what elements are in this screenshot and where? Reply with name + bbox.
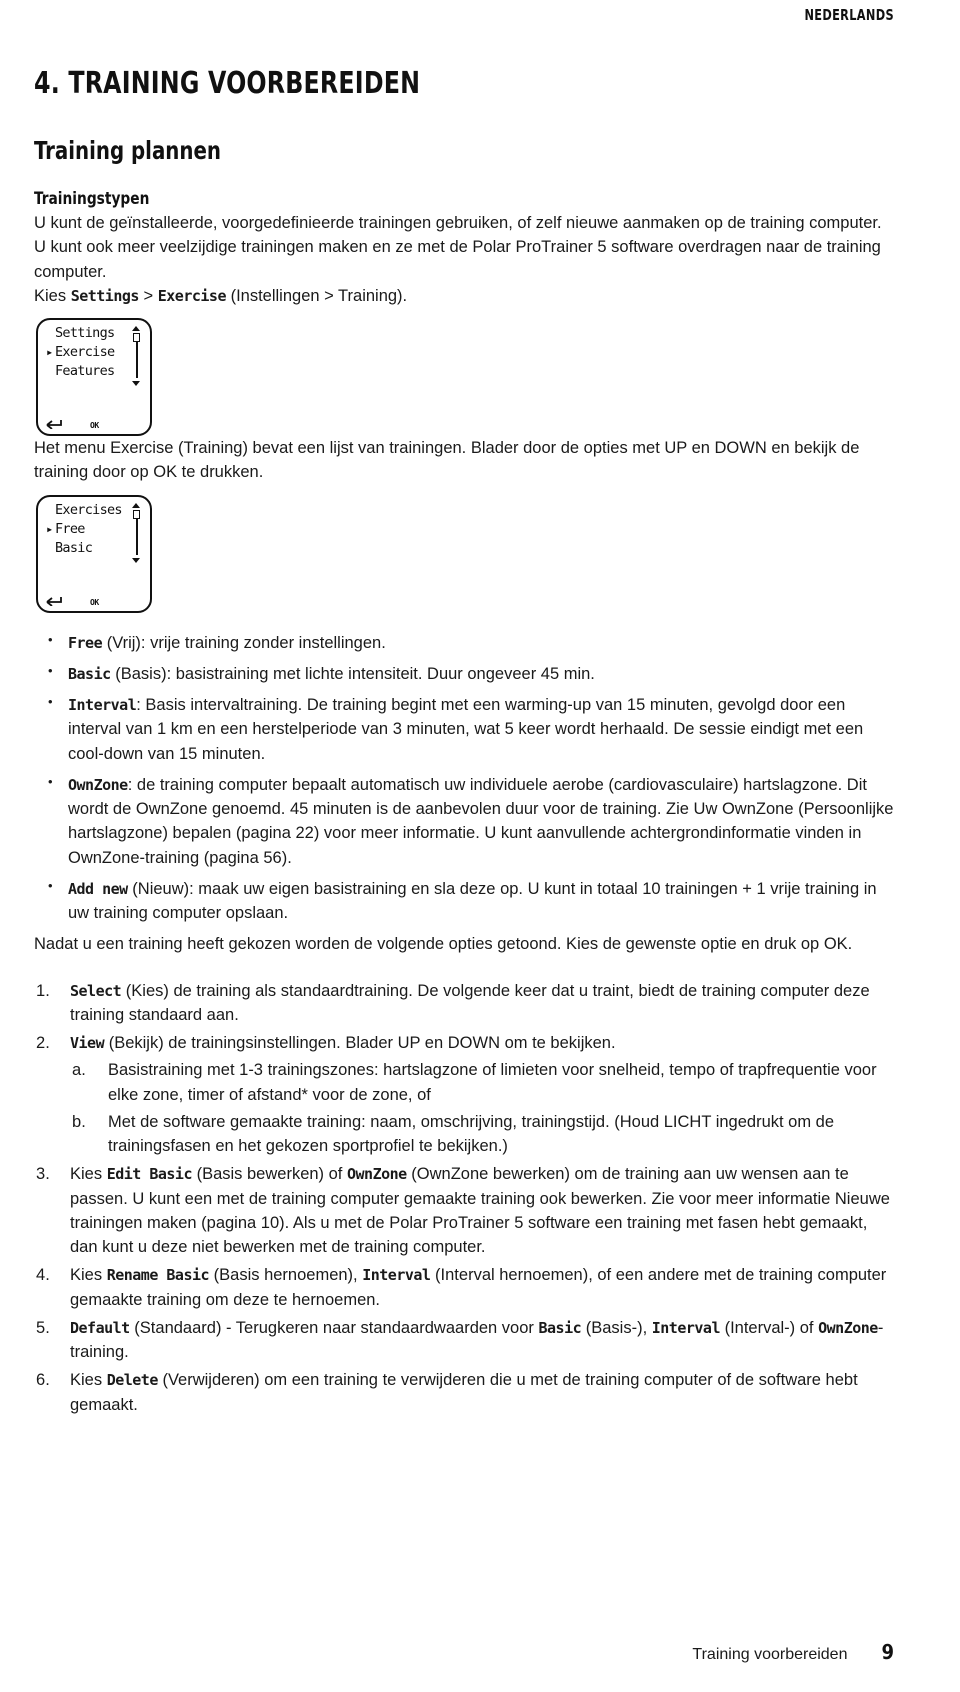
device-row-selected: Exercise bbox=[46, 343, 144, 362]
bullet-term: Interval bbox=[68, 696, 137, 714]
numbered-term: Interval bbox=[651, 1318, 721, 1337]
numbered-text: (Verwijderen) om een training te verwijd… bbox=[70, 1371, 858, 1414]
list-item: View (Bekijk) de trainingsinstellingen. … bbox=[34, 1031, 894, 1158]
numbered-term: OwnZone bbox=[346, 1165, 407, 1184]
training-options-list: Select (Kies) de training als standaardt… bbox=[34, 979, 894, 1417]
device-row-title: Exercises bbox=[55, 501, 123, 518]
path-suffix: (Instellingen > Training). bbox=[226, 286, 408, 305]
training-types-list: Free (Vrij): vrije training zonder inste… bbox=[34, 629, 894, 926]
numbered-text: (Kies) de training als standaardtraining… bbox=[70, 981, 870, 1024]
device-row-selected: Free bbox=[46, 520, 144, 539]
back-arrow-icon bbox=[46, 596, 62, 606]
footer-section-name: Training voorbereiden bbox=[692, 1646, 848, 1663]
numbered-term: Edit Basic bbox=[106, 1165, 193, 1184]
path-item-settings: Settings bbox=[70, 286, 140, 305]
intro-paragraph: U kunt de geïnstalleerde, voorgedefiniee… bbox=[34, 214, 882, 281]
bullet-term: Basic bbox=[68, 664, 111, 683]
list-item: Kies Delete (Verwijderen) om een trainin… bbox=[34, 1368, 894, 1417]
list-item: Basic (Basis): basistraining met lichte … bbox=[34, 661, 894, 686]
list-item: Default (Standaard) - Terugkeren naar st… bbox=[34, 1316, 894, 1365]
bullet-text: (Vrij): vrije training zonder instelling… bbox=[102, 633, 386, 652]
page-footer: Training voorbereiden 9 bbox=[34, 1640, 894, 1664]
scrollbar-thumb bbox=[133, 333, 140, 342]
numbered-term: Default bbox=[70, 1318, 130, 1337]
sub-list: Basistraining met 1-3 trainingszones: ha… bbox=[70, 1058, 894, 1158]
bullet-term: Add new bbox=[68, 879, 128, 898]
vertical-scrollbar-icon bbox=[131, 326, 142, 386]
path-item-exercise: Exercise bbox=[157, 286, 227, 305]
list-item: OwnZone: de training computer bepaalt au… bbox=[34, 772, 894, 870]
device-row-title: Settings bbox=[55, 325, 115, 341]
numbered-text: Kies bbox=[70, 1266, 107, 1285]
numbered-term: OwnZone bbox=[818, 1318, 878, 1337]
numbered-term: Select bbox=[70, 981, 122, 1000]
running-head: NEDERLANDS bbox=[804, 6, 894, 24]
scroll-down-arrow-icon bbox=[132, 557, 140, 563]
list-item: Interval: Basis intervaltraining. De tra… bbox=[34, 692, 894, 766]
device-screen-rows: Exercises Free Basic bbox=[46, 501, 144, 558]
numbered-term: Delete bbox=[106, 1371, 159, 1390]
section-title: Training plannen bbox=[34, 136, 222, 165]
numbered-text: Kies bbox=[70, 1165, 107, 1184]
list-item: Free (Vrij): vrije training zonder inste… bbox=[34, 629, 894, 655]
footer-page-number: 9 bbox=[881, 1640, 894, 1664]
device-screen-settings-menu: Settings Exercise Features OK bbox=[36, 318, 152, 436]
subsection-title: Trainingstypen bbox=[34, 189, 150, 209]
device-screen-exercises-menu: Exercises Free Basic OK bbox=[36, 494, 152, 613]
numbered-term: Interval bbox=[362, 1266, 431, 1285]
after-first-screen-paragraph: Het menu Exercise (Training) bevat een l… bbox=[34, 439, 860, 482]
numbered-term: Rename Basic bbox=[106, 1266, 210, 1285]
path-separator: > bbox=[138, 286, 158, 305]
ok-softkey-label: OK bbox=[90, 421, 99, 430]
bullet-text: : de training computer bepaalt automatis… bbox=[68, 775, 894, 867]
menu-path-line: Kies Settings > Exercise (Instellingen >… bbox=[34, 284, 894, 308]
bullet-text: : Basis intervaltraining. De training be… bbox=[68, 696, 864, 763]
vertical-scrollbar-icon bbox=[131, 502, 142, 563]
scroll-down-arrow-icon bbox=[132, 381, 140, 386]
numbered-text: (Standaard) - Terugkeren naar standaardw… bbox=[129, 1318, 539, 1337]
numbered-term: Basic bbox=[538, 1318, 582, 1337]
device-screen-rows: Settings Exercise Features bbox=[46, 324, 144, 381]
numbered-text: (Basis bewerken) of bbox=[192, 1165, 347, 1184]
scrollbar-thumb bbox=[133, 509, 140, 519]
bullet-term: Free bbox=[68, 633, 103, 652]
scroll-up-arrow-icon bbox=[132, 326, 140, 331]
bullet-text: (Nieuw): maak uw eigen basistraining en … bbox=[68, 879, 877, 922]
numbered-text: Kies bbox=[70, 1371, 107, 1390]
manual-page: NEDERLANDS 4. TRAINING VOORBEREIDEN Trai… bbox=[0, 0, 960, 1692]
numbered-term: View bbox=[70, 1034, 105, 1052]
chapter-title: 4. TRAINING VOORBEREIDEN bbox=[34, 66, 421, 101]
back-arrow-icon bbox=[46, 420, 62, 429]
numbered-text: (Bekijk) de trainingsinstellingen. Blade… bbox=[104, 1034, 616, 1052]
numbered-text: (Basis hernoemen), bbox=[209, 1266, 363, 1285]
device-softkey-row: OK bbox=[46, 416, 142, 430]
device-softkey-row: OK bbox=[46, 593, 142, 607]
list-item: Add new (Nieuw): maak uw eigen basistrai… bbox=[34, 876, 894, 926]
scroll-up-arrow-icon bbox=[132, 502, 140, 508]
sub-list-item: Met de software gemaakte training: naam,… bbox=[72, 1110, 835, 1155]
device-row-next: Basic bbox=[55, 539, 93, 556]
sub-list-item: Basistraining met 1-3 trainingszones: ha… bbox=[72, 1058, 877, 1104]
list-item: Select (Kies) de training als standaardt… bbox=[34, 979, 894, 1028]
ok-softkey-label: OK bbox=[90, 597, 99, 607]
bullet-text: (Basis): basistraining met lichte intens… bbox=[110, 664, 595, 683]
numbered-text: (Basis-), bbox=[581, 1318, 652, 1337]
list-item: Kies Rename Basic (Basis hernoemen), Int… bbox=[34, 1263, 894, 1312]
numbered-text: (Interval-) of bbox=[720, 1318, 819, 1337]
after-bullets-paragraph: Nadat u een training heeft gekozen worde… bbox=[34, 935, 853, 954]
bullet-term: OwnZone bbox=[68, 775, 128, 794]
list-item: Kies Edit Basic (Basis bewerken) of OwnZ… bbox=[34, 1162, 894, 1259]
device-row-next: Features bbox=[55, 363, 115, 379]
path-prefix: Kies bbox=[34, 286, 71, 305]
